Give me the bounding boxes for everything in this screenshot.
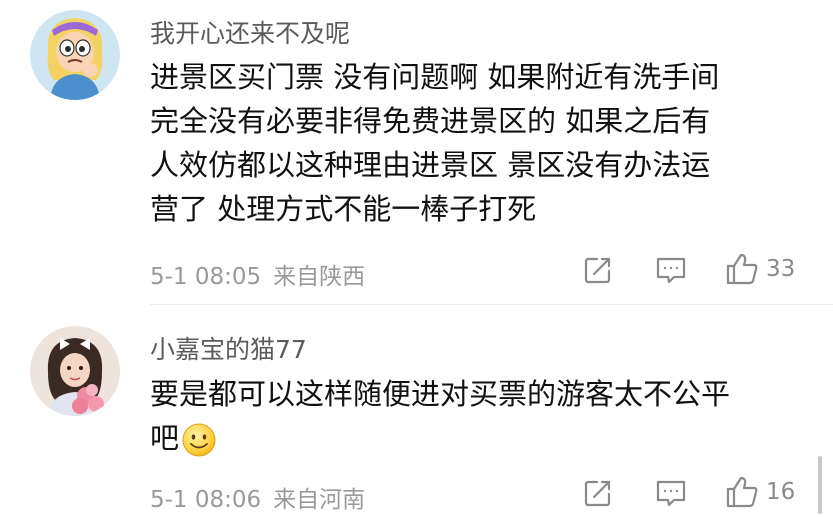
reply-button[interactable] bbox=[654, 475, 688, 511]
share-icon bbox=[584, 480, 611, 507]
comment-username[interactable]: 小嘉宝的猫77 bbox=[150, 330, 307, 366]
comment-list: 我开心还来不及呢 进景区买门票 没有问题啊 如果附近有洗手间 完全没有必要非得免… bbox=[0, 0, 833, 517]
like-count: 33 bbox=[766, 256, 796, 282]
comment-location: 来自陕西 bbox=[273, 264, 366, 290]
comment-text-line-content: 吧 bbox=[150, 421, 180, 455]
comment-meta: 5-1 08:05 来自陕西 bbox=[150, 257, 365, 291]
girl-with-flowers-avatar-icon[interactable] bbox=[30, 326, 120, 416]
comment-text-line: 人效仿都以这种理由进景区 景区没有办法运 bbox=[150, 148, 711, 182]
comment-location: 来自河南 bbox=[273, 487, 366, 513]
comment-username[interactable]: 我开心还来不及呢 bbox=[150, 14, 350, 50]
comment-meta: 5-1 08:06 来自河南 bbox=[150, 480, 365, 514]
share-button[interactable] bbox=[582, 252, 614, 288]
comment-text-line: 进景区买门票 没有问题啊 如果附近有洗手间 bbox=[150, 60, 720, 94]
comment-divider bbox=[150, 304, 833, 305]
comment-date: 5-1 08:05 bbox=[150, 264, 262, 290]
cartoon-girl-avatar-icon[interactable] bbox=[30, 10, 120, 100]
comment-text-line: 要是都可以这样随便进对买票的游客太不公平 bbox=[150, 377, 731, 411]
comment-text: 要是都可以这样随便进对买票的游客太不公平 吧 bbox=[150, 372, 810, 460]
thumbs-up-icon bbox=[726, 253, 758, 285]
thumbs-up-icon bbox=[726, 476, 758, 508]
like-button[interactable]: 33 bbox=[724, 251, 795, 287]
scrollbar[interactable] bbox=[818, 456, 822, 514]
reply-button[interactable] bbox=[654, 252, 688, 288]
comment-text: 进景区买门票 没有问题啊 如果附近有洗手间 完全没有必要非得免费进景区的 如果之… bbox=[150, 55, 810, 231]
comment-text-line: 吧 bbox=[150, 416, 810, 460]
comment-bubble-icon bbox=[656, 257, 686, 284]
comment-bubble-icon bbox=[656, 480, 686, 507]
share-icon bbox=[584, 257, 611, 284]
share-button[interactable] bbox=[582, 475, 614, 511]
like-count: 16 bbox=[766, 479, 796, 505]
comment-date: 5-1 08:06 bbox=[150, 487, 262, 513]
comment-text-line: 营了 处理方式不能一棒子打死 bbox=[150, 192, 537, 226]
comment-text-line: 完全没有必要非得免费进景区的 如果之后有 bbox=[150, 104, 711, 138]
smile-emoji-icon bbox=[182, 423, 216, 457]
like-button[interactable]: 16 bbox=[724, 474, 795, 510]
